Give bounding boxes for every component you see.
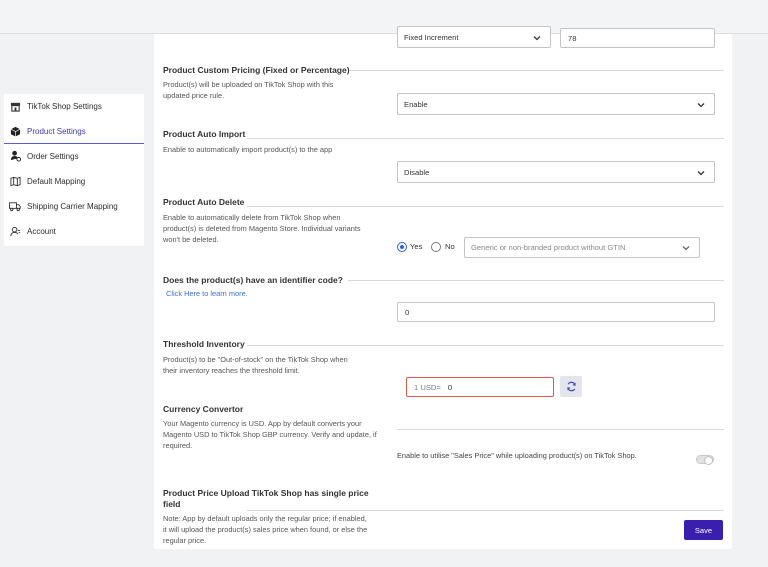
threshold-title: Threshold Inventory bbox=[163, 339, 245, 349]
auto-delete-no-label: No bbox=[445, 242, 455, 251]
store-icon bbox=[9, 100, 21, 112]
user-icon bbox=[9, 225, 21, 237]
chevron-down-icon bbox=[533, 36, 541, 41]
identifier-title: Does the product(s) have an identifier c… bbox=[163, 275, 343, 285]
gtin-exemption-value: Generic or non-branded product without G… bbox=[471, 243, 626, 252]
price-rule-type-select[interactable]: Fixed Increment bbox=[397, 26, 551, 48]
sidebar-item-label: Default Mapping bbox=[27, 176, 86, 186]
auto-import-select[interactable]: Disable bbox=[397, 161, 715, 183]
chevron-down-icon bbox=[697, 171, 705, 176]
chevron-down-icon bbox=[697, 103, 705, 108]
auto-delete-yes-label: Yes bbox=[410, 242, 423, 251]
custom-pricing-value: Enable bbox=[404, 99, 428, 109]
refresh-rate-button[interactable] bbox=[560, 376, 582, 397]
price-upload-title: Product Price Upload TikTok Shop has sin… bbox=[163, 488, 369, 509]
custom-pricing-select[interactable]: Enable bbox=[397, 93, 715, 115]
sidebar-item-label: Order Settings bbox=[27, 151, 79, 161]
box-icon bbox=[9, 125, 21, 137]
gtin-exemption-select[interactable]: Generic or non-branded product without G… bbox=[464, 237, 700, 258]
currency-title: Currency Convertor bbox=[163, 404, 244, 414]
order-user-icon bbox=[9, 150, 21, 162]
currency-description: Your Magento currency is USD. App by def… bbox=[163, 419, 377, 450]
sidebar-item-default-mapping[interactable]: Default Mapping bbox=[4, 169, 144, 193]
refresh-icon bbox=[566, 381, 576, 392]
auto-import-title: Product Auto Import bbox=[163, 129, 246, 139]
currency-rate-value: 0 bbox=[447, 382, 453, 392]
sidebar-item-label: TikTok Shop Settings bbox=[27, 101, 102, 111]
auto-import-value: Disable bbox=[404, 167, 430, 177]
currency-rate-prefix: 1 USD= bbox=[414, 382, 441, 392]
section-divider bbox=[348, 280, 724, 281]
sales-price-description: Enable to utilise "Sales Price" while up… bbox=[397, 451, 637, 460]
settings-sidebar: TikTok Shop Settings Product Settings Or… bbox=[4, 94, 144, 246]
section-divider bbox=[397, 429, 724, 430]
sidebar-item-order-settings[interactable]: Order Settings bbox=[4, 144, 144, 168]
truck-icon bbox=[9, 200, 21, 212]
product-settings-panel: Fixed Increment 78 Product Custom Pricin… bbox=[154, 26, 732, 549]
price-rule-type-value: Fixed Increment bbox=[404, 32, 459, 42]
sidebar-item-shipping-carrier-mapping[interactable]: Shipping Carrier Mapping bbox=[4, 194, 144, 218]
currency-rate-input[interactable]: 1 USD= 0 bbox=[406, 377, 554, 397]
price-rule-value: 78 bbox=[568, 33, 577, 43]
section-divider bbox=[247, 345, 724, 346]
price-rule-value-input[interactable]: 78 bbox=[560, 28, 715, 48]
section-divider bbox=[247, 206, 724, 207]
auto-delete-title: Product Auto Delete bbox=[163, 197, 245, 207]
identifier-value: 0 bbox=[405, 307, 410, 317]
save-button[interactable]: Save bbox=[684, 520, 723, 540]
sidebar-item-product-settings[interactable]: Product Settings bbox=[4, 119, 144, 144]
auto-delete-no-radio[interactable] bbox=[431, 242, 441, 252]
auto-delete-yes-radio[interactable] bbox=[397, 242, 407, 252]
sales-price-toggle[interactable] bbox=[696, 455, 714, 465]
custom-pricing-title: Product Custom Pricing (Fixed or Percent… bbox=[163, 65, 350, 75]
sidebar-item-tiktok-shop-settings[interactable]: TikTok Shop Settings bbox=[4, 94, 144, 118]
section-divider bbox=[350, 70, 724, 71]
identifier-input[interactable]: 0 bbox=[397, 302, 715, 322]
price-upload-description: Note: App by default uploads only the re… bbox=[163, 514, 368, 545]
sidebar-item-label: Account bbox=[27, 226, 56, 236]
threshold-description: Product(s) to be "Out-of-stock" on the T… bbox=[163, 355, 348, 375]
section-divider bbox=[247, 510, 724, 511]
sidebar-item-label: Shipping Carrier Mapping bbox=[27, 201, 118, 211]
map-icon bbox=[9, 175, 21, 187]
learn-more-link[interactable]: Click Here to learn more. bbox=[166, 289, 248, 298]
sidebar-item-account[interactable]: Account bbox=[4, 219, 144, 243]
auto-delete-description: Enable to automatically delete from TikT… bbox=[163, 213, 361, 244]
section-divider bbox=[247, 138, 724, 139]
auto-import-description: Enable to automatically import product(s… bbox=[163, 145, 333, 154]
custom-pricing-description: Product(s) will be uploaded on TikTok Sh… bbox=[163, 80, 334, 100]
chevron-down-icon bbox=[682, 246, 690, 251]
sidebar-item-label: Product Settings bbox=[27, 126, 86, 136]
